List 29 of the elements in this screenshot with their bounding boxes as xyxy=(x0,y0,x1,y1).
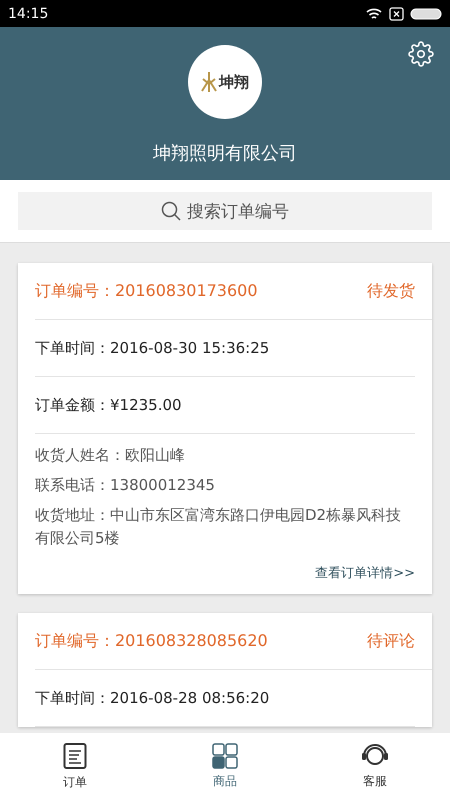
order-card[interactable]: 订单编号：20160830173600 待发货 下单时间：2016-08-30 15:36:25 订单金额：¥1235.00 收货人姓名：欧阳山峰 联系电话：13800012345 收货地址：中山市东区富湾东路口伊电园D2栋暴风科技有限公司5楼 查看订单详情>> xyxy=(18,263,432,594)
delivery-info: 收货地址：中山市东区富湾东路口伊电园D2栋暴风科技有限公司5楼 xyxy=(35,505,402,549)
company-name: 坤翔照明有限公司 xyxy=(153,142,297,165)
order-details-link[interactable]: 查看订单详情>> xyxy=(315,554,415,594)
document-icon xyxy=(63,742,87,770)
order-info: 下单时间：2016-08-30 15:36:25 xyxy=(35,338,270,358)
status-time: 14:15 xyxy=(8,6,48,22)
search-field[interactable]: 搜索订单编号 xyxy=(18,192,432,230)
delivery-info: 联系电话：13800012345 xyxy=(35,475,216,496)
search-icon xyxy=(161,201,181,221)
logo-text: 坤翔 xyxy=(219,72,249,92)
order-number: 订单编号：20160830173600 xyxy=(35,280,258,302)
grid-icon xyxy=(212,743,238,769)
order-info: 订单金额：¥1235.00 xyxy=(35,396,182,414)
nav-tab[interactable]: 商品 xyxy=(150,733,300,800)
settings-icon[interactable] xyxy=(408,41,434,67)
delivery-info: 收货人姓名：欧阳山峰 xyxy=(35,445,186,466)
order-status: 待评论 xyxy=(367,630,415,652)
order-info: 下单时间：2016-08-28 08:56:20 xyxy=(35,688,270,708)
order-card[interactable]: 订单编号：201608328085620 待评论 下单时间：2016-08-28 08:56:20 xyxy=(18,613,432,727)
wifi-icon xyxy=(365,8,383,20)
order-number: 订单编号：201608328085620 xyxy=(35,630,268,652)
nav-tab[interactable]: 客服 xyxy=(300,733,450,800)
battery-icon xyxy=(410,8,442,20)
logo-emblem-icon xyxy=(201,71,217,93)
nav-tab[interactable]: 订单 xyxy=(0,733,150,800)
search-placeholder: 搜索订单编号 xyxy=(187,200,289,222)
no-sim-icon xyxy=(389,6,404,20)
order-status: 待发货 xyxy=(367,280,415,302)
